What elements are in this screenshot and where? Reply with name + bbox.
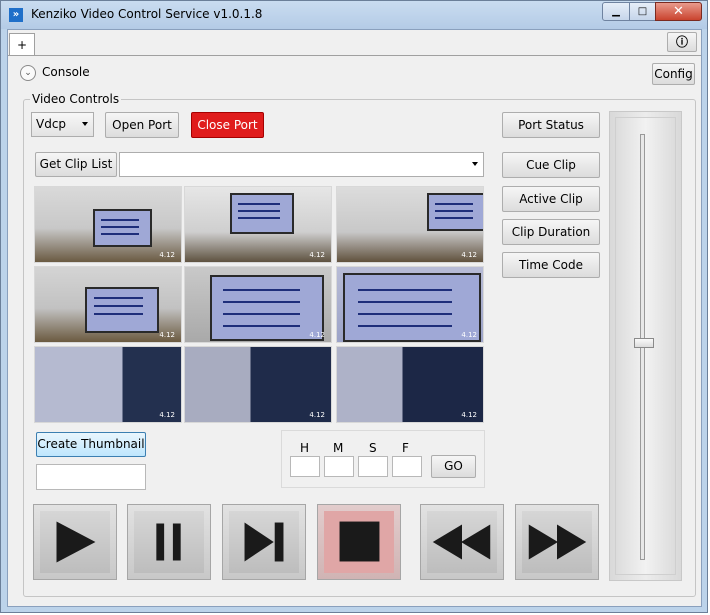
cue-clip-button[interactable]: Cue Clip (502, 152, 600, 178)
fast-forward-icon (528, 524, 587, 560)
volume-slider-panel (609, 111, 682, 581)
thumbnail-name-input[interactable] (36, 464, 146, 490)
active-clip-button[interactable]: Active Clip (502, 186, 600, 212)
rewind-icon (432, 524, 491, 560)
thumbnail[interactable]: 4.12 (336, 266, 484, 343)
dropdown-arrow-icon (472, 162, 478, 166)
hours-label: H (300, 441, 310, 455)
rewind-button[interactable] (420, 504, 504, 580)
pause-button[interactable] (127, 504, 211, 580)
thumbnail-grid: 4.12 4.12 4.12 4.12 4.12 4.12 4.12 4.12 … (34, 186, 485, 423)
frames-input[interactable] (392, 456, 422, 477)
main-panel: + ⓘ ⌄ Console Config Video Controls Vdcp… (7, 29, 702, 607)
open-port-button[interactable]: Open Port (105, 112, 179, 138)
hours-input[interactable] (290, 456, 320, 477)
tab-divider (8, 55, 701, 56)
stop-icon (339, 521, 380, 562)
seconds-input[interactable] (358, 456, 388, 477)
skip-next-button[interactable] (222, 504, 306, 580)
seconds-label: S (369, 441, 377, 455)
frames-label: F (402, 441, 409, 455)
thumbnail[interactable]: 4.12 (34, 346, 182, 423)
app-window: » Kenziko Video Control Service v1.0.1.8… (0, 0, 708, 613)
protocol-select-value: Vdcp (36, 117, 67, 131)
close-window-button[interactable]: ✕ (655, 2, 702, 21)
minutes-input[interactable] (324, 456, 354, 477)
title-bar[interactable]: » Kenziko Video Control Service v1.0.1.8… (1, 1, 707, 29)
play-icon (56, 521, 96, 563)
thumbnail[interactable]: 4.12 (336, 186, 484, 263)
close-port-button[interactable]: Close Port (191, 112, 264, 138)
port-status-button[interactable]: Port Status (502, 112, 600, 138)
skip-next-icon (244, 522, 284, 562)
add-tab-button[interactable]: + (9, 33, 35, 55)
maximize-button[interactable]: □ (629, 2, 656, 21)
clip-list-dropdown[interactable] (119, 152, 484, 177)
minimize-button[interactable]: ▁ (602, 2, 630, 21)
volume-slider-thumb[interactable] (634, 337, 654, 348)
console-label: Console (42, 65, 90, 79)
get-clip-list-button[interactable]: Get Clip List (35, 152, 117, 177)
clip-duration-button[interactable]: Clip Duration (502, 219, 600, 245)
thumbnail[interactable]: 4.12 (336, 346, 484, 423)
video-controls-label: Video Controls (30, 92, 122, 106)
fast-forward-button[interactable] (515, 504, 599, 580)
thumbnail[interactable]: 4.12 (184, 266, 332, 343)
thumbnail[interactable]: 4.12 (34, 266, 182, 343)
stop-button[interactable] (317, 504, 401, 580)
minutes-label: M (333, 441, 344, 455)
config-button[interactable]: Config (652, 63, 695, 85)
thumbnail[interactable]: 4.12 (184, 186, 332, 263)
info-button[interactable]: ⓘ (667, 32, 697, 52)
go-button[interactable]: GO (431, 455, 476, 478)
chevron-down-icon[interactable]: ⌄ (20, 65, 36, 81)
thumbnail[interactable]: 4.12 (34, 186, 182, 263)
time-code-button[interactable]: Time Code (502, 252, 600, 278)
pause-icon (156, 523, 181, 561)
protocol-select[interactable]: Vdcp (31, 112, 94, 137)
dropdown-arrow-icon (82, 122, 88, 126)
play-button[interactable] (33, 504, 117, 580)
window-title: Kenziko Video Control Service v1.0.1.8 (31, 7, 263, 21)
thumbnail[interactable]: 4.12 (184, 346, 332, 423)
app-icon: » (9, 8, 23, 22)
create-thumbnail-button[interactable]: Create Thumbnail (36, 432, 146, 457)
